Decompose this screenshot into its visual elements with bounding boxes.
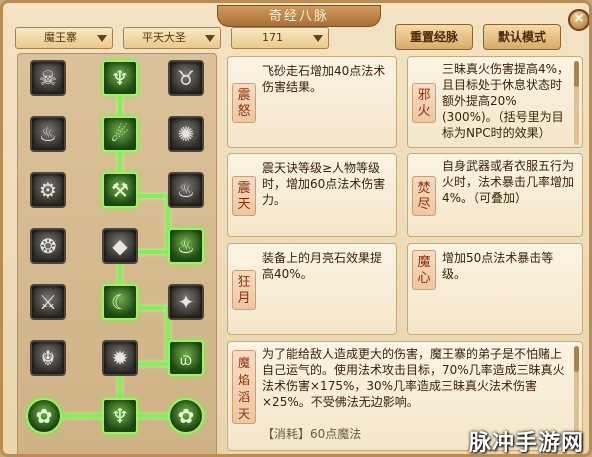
skill-desc: 震天诀等级≥人物等级时，增加60点法术伤害力。 xyxy=(262,161,386,207)
skill-slot[interactable]: ✹ xyxy=(102,340,138,376)
skill-card-moxin[interactable]: 魔心 增加50点法术暴击等级。 xyxy=(407,243,583,335)
skill-slot[interactable]: ♨ xyxy=(168,228,204,264)
skill-title: 震天 xyxy=(232,176,256,216)
scroll-thumb[interactable] xyxy=(574,61,579,87)
skill-tree: ☠ ♆ ♉ ♨ ☄ ✺ ⚙ ⚒ ♨ ❂ ◆ ♨ ⚔ ☾ ✦ ☬ ✹ ௰ ✿ ♆ … xyxy=(17,53,217,454)
default-mode-button[interactable]: 默认模式 xyxy=(483,24,561,50)
skill-slot[interactable]: ❂ xyxy=(30,228,66,264)
window-title: 奇经八脉 xyxy=(217,5,381,27)
skill-desc: 装备上的月亮石效果提高40%。 xyxy=(262,251,383,281)
skill-slot[interactable]: ௰ xyxy=(168,340,204,376)
skill-title: 魔心 xyxy=(412,250,436,290)
skill-card-fenjin[interactable]: 焚尽 自身武器或者衣服五行为火时，法术暴击几率增加4%。（可叠加） xyxy=(407,153,583,237)
skill-slot[interactable]: ⚙ xyxy=(30,172,66,208)
skill-card-zhennu[interactable]: 震怒 飞砂走石增加40点法术伤害结果。 xyxy=(227,56,397,148)
skill-title: 焚尽 xyxy=(412,176,436,216)
scrollbar[interactable] xyxy=(574,61,579,145)
skill-slot[interactable]: ⚒ xyxy=(102,172,138,208)
chevron-down-icon xyxy=(205,35,215,42)
skill-slot[interactable]: ☄ xyxy=(102,116,138,152)
skill-slot[interactable]: ☾ xyxy=(102,284,138,320)
skill-slot[interactable]: ◆ xyxy=(102,228,138,264)
skill-slot[interactable]: ☠ xyxy=(30,60,66,96)
sect-select-value: 魔王寨 xyxy=(44,31,77,44)
skill-title: 魔焰滔天 xyxy=(232,350,256,424)
scroll-thumb[interactable] xyxy=(574,346,579,372)
skill-card-xiehuo[interactable]: 邪火 三昧真火伤害提高4%，且目标处于休息状态时额外提高20%(300%)。（括… xyxy=(407,56,583,148)
skill-desc: 自身武器或者衣服五行为火时，法术暴击几率增加4%。（可叠加） xyxy=(442,159,575,205)
skill-desc: 增加50点法术暴击等级。 xyxy=(442,251,554,281)
skill-slot[interactable]: ♉ xyxy=(168,60,204,96)
skill-desc: 为了能给敌人造成更大的伤害，魔王寨的弟子是不怕赌上自己运气的。使用法术攻击目标，… xyxy=(262,347,565,409)
skill-slot[interactable]: ♆ xyxy=(102,398,138,434)
skill-card-kuangyue[interactable]: 狂月 装备上的月亮石效果提高40%。 xyxy=(227,243,397,335)
skill-title: 震怒 xyxy=(232,83,256,123)
chevron-down-icon xyxy=(97,35,107,42)
skill-slot[interactable]: ✿ xyxy=(168,398,204,434)
skill-slot[interactable]: ♆ xyxy=(102,60,138,96)
sect-select[interactable]: 魔王寨 xyxy=(15,27,113,49)
skill-title: 邪火 xyxy=(412,83,436,123)
skill-slot[interactable]: ♨ xyxy=(168,172,204,208)
level-select[interactable]: 171 xyxy=(231,27,329,49)
reset-meridian-button[interactable]: 重置经脉 xyxy=(395,24,473,50)
skill-slot[interactable]: ⚔ xyxy=(30,284,66,320)
watermark: 脉冲手游网 xyxy=(469,431,585,456)
skill-desc: 飞砂走石增加40点法术伤害结果。 xyxy=(262,64,386,94)
meridian-window: 奇经八脉 ✕ 魔王寨 平天大圣 171 重置经脉 默认模式 ☠ ♆ ♉ ♨ ☄ … xyxy=(0,0,592,457)
skill-slot[interactable]: ☬ xyxy=(30,340,66,376)
skill-slot[interactable]: ✺ xyxy=(168,116,204,152)
level-select-value: 171 xyxy=(262,31,283,44)
skill-slot[interactable]: ✿ xyxy=(26,398,62,434)
skill-card-zhentian[interactable]: 震天 震天诀等级≥人物等级时，增加60点法术伤害力。 xyxy=(227,153,397,237)
skill-slot[interactable]: ✦ xyxy=(168,284,204,320)
close-button[interactable]: ✕ xyxy=(568,9,589,31)
school-select[interactable]: 平天大圣 xyxy=(123,27,221,49)
skill-desc: 三昧真火伤害提高4%，且目标处于休息状态时额外提高20%(300%)。（括号里为… xyxy=(442,62,570,140)
skill-slot[interactable]: ♨ xyxy=(30,116,66,152)
school-select-value: 平天大圣 xyxy=(142,31,186,44)
chevron-down-icon xyxy=(313,35,323,42)
skill-title: 狂月 xyxy=(232,270,256,310)
